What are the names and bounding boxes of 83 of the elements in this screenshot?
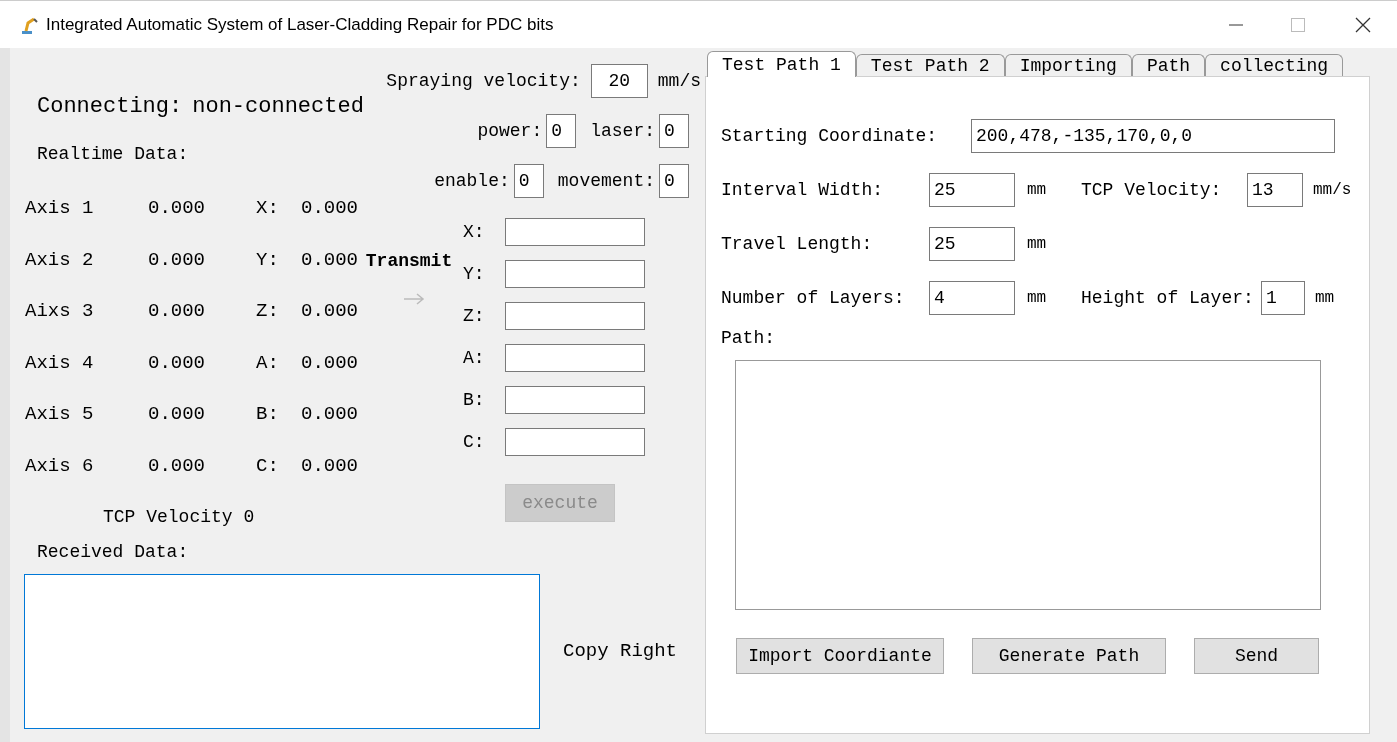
coordinate-field[interactable] <box>505 302 645 330</box>
close-icon[interactable] <box>1355 16 1371 33</box>
axis-value: 0.000 <box>148 299 206 324</box>
value-field[interactable]: 13 <box>1247 173 1303 207</box>
field-label: A: <box>463 346 486 370</box>
tab[interactable]: Importing <box>1004 54 1132 76</box>
coord-label: B: <box>256 402 280 427</box>
tab[interactable]: Path <box>1131 54 1206 76</box>
coord-label: A: <box>256 350 280 376</box>
axis-value: 0.000 <box>148 196 206 221</box>
coord-value: 0.000 <box>301 453 358 479</box>
coord-value: 0.000 <box>301 247 358 273</box>
field-label: Path: <box>721 327 776 350</box>
coordinate-field[interactable] <box>505 260 645 288</box>
field-label: B: <box>463 388 486 412</box>
field-label: movement: <box>557 169 655 193</box>
coord-value: 0.000 <box>301 299 358 324</box>
coord-label: Y: <box>256 247 280 273</box>
field-label: Z: <box>463 304 486 328</box>
starting-coordinate-field[interactable]: 200,478,-135,170,0,0 <box>971 119 1335 153</box>
field-label: Travel Length: <box>721 232 874 256</box>
coordinate-field[interactable] <box>505 386 645 414</box>
coord-value: 0.000 <box>301 196 358 221</box>
field-label: Starting Coordinate: <box>721 124 939 148</box>
value-field[interactable]: 25 <box>929 227 1015 261</box>
axis-name: Aixs 3 <box>25 299 95 324</box>
unit-label: mm <box>1027 288 1048 309</box>
field-label: Spraying velocity: <box>386 69 581 93</box>
value-field[interactable]: 25 <box>929 173 1015 207</box>
section-title: Realtime Data: <box>37 143 190 166</box>
action-button[interactable]: Generate Path <box>972 638 1166 674</box>
field-label: C: <box>463 430 486 454</box>
unit-label: mm <box>1027 180 1048 201</box>
axis-value: 0.000 <box>148 247 206 273</box>
tcp-velocity: TCP Velocity 0 <box>103 506 256 529</box>
field-label: enable: <box>434 169 510 193</box>
section-title: Received Data: <box>37 541 190 564</box>
value-field[interactable]: 0 <box>546 114 577 148</box>
connection-status: non-connected <box>192 93 364 121</box>
coord-value: 0.000 <box>301 350 358 376</box>
axis-value: 0.000 <box>148 402 206 427</box>
action-button[interactable]: Import Coordiante <box>736 638 944 674</box>
field-label: Number of Layers: <box>721 286 906 310</box>
coordinate-field[interactable] <box>505 218 645 246</box>
coordinate-field[interactable] <box>505 344 645 372</box>
unit-label: mm <box>1027 234 1048 255</box>
coord-value: 0.000 <box>301 402 358 427</box>
tab[interactable]: Test Path 1 <box>707 51 856 77</box>
unit-label: mm/s <box>1313 180 1352 201</box>
tab[interactable]: Test Path 2 <box>855 54 1005 76</box>
spraying-velocity-field[interactable]: 20 <box>590 64 648 98</box>
value-field[interactable]: 0 <box>659 164 689 198</box>
axis-name: Axis 6 <box>25 453 95 479</box>
axis-name: Axis 4 <box>25 350 95 376</box>
value-field[interactable]: 0 <box>659 114 689 148</box>
field-label: Height of Layer: <box>1081 286 1255 310</box>
axis-name: Axis 1 <box>25 196 95 221</box>
axis-value: 0.000 <box>148 350 206 376</box>
unit-label: mm/s <box>657 69 701 93</box>
arrow-right-icon <box>403 293 425 305</box>
axis-name: Axis 5 <box>25 402 95 427</box>
coordinate-field[interactable] <box>505 428 645 456</box>
field-label: Interval Width: <box>721 178 885 202</box>
field-label: power: <box>477 119 543 143</box>
transmit-label: Transmit <box>365 250 453 273</box>
value-field[interactable]: 4 <box>929 281 1015 315</box>
value-field[interactable]: 1 <box>1261 281 1305 315</box>
copyright-text: Copy Right <box>563 639 678 665</box>
coord-label: X: <box>256 196 280 221</box>
field-label: X: <box>463 220 486 244</box>
coord-label: Z: <box>256 299 280 324</box>
unit-label: mm <box>1315 288 1335 309</box>
action-button[interactable]: Send <box>1194 638 1319 674</box>
value-field[interactable]: 0 <box>513 164 544 198</box>
field-label: Y: <box>463 262 486 286</box>
axis-name: Axis 2 <box>25 247 95 273</box>
window-title: Integrated Automatic System of Laser-Cladding Repair for PDC bits <box>46 13 554 36</box>
connection-label: Connecting: <box>37 93 183 121</box>
coord-label: C: <box>256 453 280 479</box>
field-label: TCP Velocity: <box>1081 178 1223 202</box>
field-label: laser: <box>590 119 655 143</box>
tab[interactable]: collecting <box>1205 54 1344 76</box>
axis-value: 0.000 <box>148 453 206 479</box>
